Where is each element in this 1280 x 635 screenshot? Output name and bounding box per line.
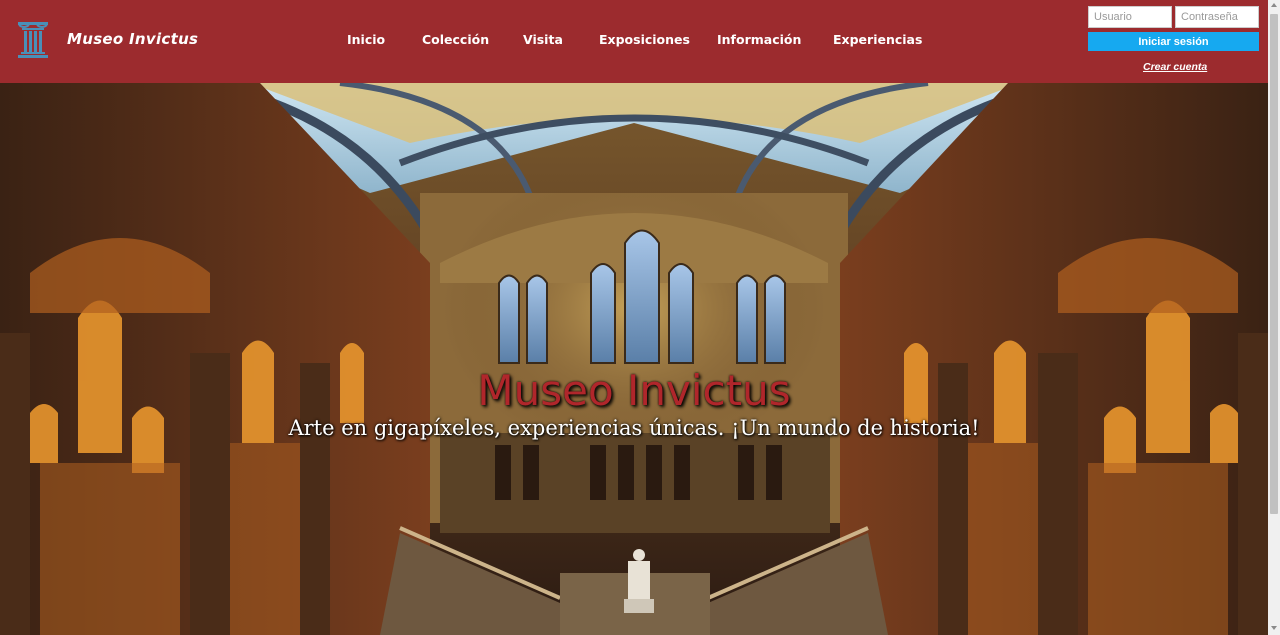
nav-item-experiencias[interactable]: Experiencias <box>833 32 922 47</box>
museum-hall-image <box>0 83 1268 635</box>
nav-item-informacion[interactable]: Información <box>717 32 801 47</box>
hero-title: Museo Invictus <box>477 366 791 415</box>
create-account-link[interactable]: Crear cuenta <box>1143 61 1207 73</box>
nav-item-visita[interactable]: Visita <box>523 32 563 47</box>
password-input[interactable] <box>1175 6 1259 28</box>
scroll-down-arrow-icon[interactable] <box>1271 626 1277 630</box>
nav-item-coleccion[interactable]: Colección <box>422 32 489 47</box>
scroll-up-arrow-icon[interactable] <box>1271 3 1277 7</box>
nav-item-exposiciones[interactable]: Exposiciones <box>599 32 690 47</box>
scrollbar-thumb[interactable] <box>1270 14 1278 514</box>
greek-column-icon[interactable] <box>16 20 50 58</box>
hero-banner: Museo Invictus Arte en gigapíxeles, expe… <box>0 83 1268 635</box>
site-header: Museo Invictus Inicio Colección Visita E… <box>0 0 1268 83</box>
login-button[interactable]: Iniciar sesión <box>1088 32 1259 51</box>
hero-subtitle: Arte en gigapíxeles, experiencias únicas… <box>288 416 980 440</box>
nav-item-inicio[interactable]: Inicio <box>347 32 385 47</box>
username-input[interactable] <box>1088 6 1172 28</box>
page-scrollbar[interactable] <box>1268 0 1280 635</box>
brand-name[interactable]: Museo Invictus <box>67 30 198 48</box>
